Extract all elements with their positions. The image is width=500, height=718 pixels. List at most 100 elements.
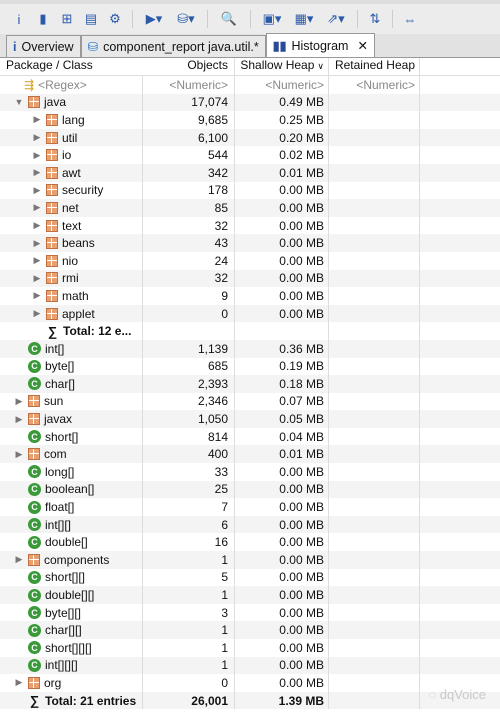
table-row[interactable]: ▶ org 0 0.00 MB [0, 674, 500, 692]
table-row[interactable]: ▶ awt 342 0.01 MB [0, 163, 500, 182]
class-icon: C [28, 535, 41, 549]
table-row[interactable]: Cshort[][][] 1 0.00 MB [0, 639, 500, 657]
table-row[interactable]: Cint[] 1,139 0.36 MB [0, 339, 500, 358]
table-row[interactable]: ∑ Total: 21 entries 26,001 1.39 MB [0, 691, 500, 710]
table-row[interactable]: ▶ lang 9,685 0.25 MB [0, 111, 500, 129]
row-shallow-heap: 0.00 MB [234, 304, 328, 323]
expand-toggle-icon[interactable]: ▶ [32, 150, 42, 161]
toolbar-separator [357, 10, 358, 28]
expand-toggle-icon[interactable]: ▶ [32, 308, 42, 319]
tab-histogram[interactable]: ▮▮ Histogram ✕ [265, 33, 375, 57]
expand-toggle-icon[interactable]: ▶ [32, 132, 42, 143]
expand-toggle-icon[interactable]: ▶ [32, 238, 42, 249]
export-icon[interactable]: ⇗▾ [323, 10, 349, 28]
table-row[interactable]: ▶ rmi 32 0.00 MB [0, 269, 500, 288]
toolbar-separator [132, 10, 133, 28]
table-row[interactable]: Clong[] 33 0.00 MB [0, 463, 500, 481]
table-row[interactable]: ∑ Total: 12 e... [0, 322, 500, 340]
table-row[interactable]: ▶ util 6,100 0.20 MB [0, 128, 500, 147]
dominator-tree-icon[interactable]: ⊞ [58, 10, 76, 28]
column-objects[interactable]: Objects [142, 58, 234, 75]
row-objects: 1 [142, 586, 234, 604]
table-row[interactable]: Cshort[][] 5 0.00 MB [0, 568, 500, 587]
row-retained-heap [328, 410, 420, 428]
settings-icon[interactable]: ⚙ [106, 10, 124, 28]
row-objects: 814 [142, 427, 234, 446]
query-browser-icon[interactable]: ▶▾ [141, 10, 167, 28]
table-row[interactable]: ▶ math 9 0.00 MB [0, 287, 500, 305]
table-row[interactable]: ▶ io 544 0.02 MB [0, 146, 500, 164]
table-row[interactable]: Cchar[][] 1 0.00 MB [0, 621, 500, 639]
column-package-class[interactable]: Package / Class [0, 58, 142, 75]
table-row[interactable]: Cbyte[] 685 0.19 MB [0, 357, 500, 376]
expand-toggle-icon[interactable]: ▶ [14, 554, 24, 565]
info-icon[interactable]: i [10, 10, 28, 28]
name-filter[interactable]: <Regex> [38, 78, 87, 92]
row-shallow-heap: 0.00 MB [234, 181, 328, 200]
column-shallow-heap[interactable]: Shallow Heap ∨ [234, 58, 328, 75]
row-retained-heap [328, 515, 420, 534]
table-row[interactable]: Cboolean[] 25 0.00 MB [0, 480, 500, 499]
expand-toggle-icon[interactable]: ▶ [32, 185, 42, 196]
table-row[interactable]: ▶ text 32 0.00 MB [0, 216, 500, 235]
table-row[interactable]: ▶ net 85 0.00 MB [0, 199, 500, 217]
search-icon[interactable]: 🔍 [216, 10, 242, 28]
table-row[interactable]: ▶ com 400 0.01 MB [0, 445, 500, 464]
table-row[interactable]: ▶ security 178 0.00 MB [0, 181, 500, 200]
close-icon[interactable]: ✕ [357, 38, 367, 53]
row-objects: 685 [142, 357, 234, 376]
row-shallow-heap: 0.00 MB [234, 216, 328, 235]
heap-dump-icon[interactable]: ⛁▾ [173, 10, 199, 28]
expand-toggle-icon[interactable]: ▶ [32, 220, 42, 231]
row-shallow-heap: 0.00 MB [234, 463, 328, 481]
expand-toggle-icon[interactable]: ▶ [32, 114, 42, 125]
group-icon[interactable]: ▣▾ [259, 10, 285, 28]
table-row[interactable]: Cdouble[][] 1 0.00 MB [0, 586, 500, 604]
expand-toggle-icon[interactable]: ▼ [14, 97, 24, 107]
shallow-filter[interactable]: <Numeric> [234, 76, 328, 94]
table-row[interactable]: Cchar[] 2,393 0.18 MB [0, 375, 500, 393]
column-retained-heap[interactable]: Retained Heap [328, 58, 420, 75]
row-name: org [44, 675, 62, 690]
expand-toggle-icon[interactable]: ▶ [32, 290, 42, 301]
table-row[interactable]: ▶ nio 24 0.00 MB [0, 251, 500, 270]
retained-filter[interactable]: <Numeric> [328, 76, 420, 94]
row-objects [142, 322, 234, 340]
class-icon: C [28, 482, 41, 496]
table-row[interactable]: ▶ components 1 0.00 MB [0, 551, 500, 569]
class-icon: C [28, 359, 41, 373]
table-row[interactable]: Cint[][][] 1 0.00 MB [0, 656, 500, 675]
table-row[interactable]: Cint[][] 6 0.00 MB [0, 515, 500, 534]
expand-toggle-icon[interactable]: ▶ [32, 202, 42, 213]
expand-toggle-icon[interactable]: ▶ [32, 167, 42, 178]
oql-icon[interactable]: ▤ [82, 10, 100, 28]
row-objects: 2,393 [142, 375, 234, 393]
table-row[interactable]: Cfloat[] 7 0.00 MB [0, 498, 500, 516]
expand-toggle-icon[interactable]: ▶ [14, 396, 24, 407]
expand-toggle-icon[interactable]: ▶ [32, 273, 42, 284]
table-row[interactable]: ▶ applet 0 0.00 MB [0, 304, 500, 323]
table-row[interactable]: ▶ sun 2,346 0.07 MB [0, 392, 500, 411]
expand-toggle-icon[interactable]: ▶ [14, 677, 24, 688]
table-row[interactable]: ▶ javax 1,050 0.05 MB [0, 410, 500, 428]
layout-icon[interactable]: ⇔ [401, 10, 419, 28]
expand-toggle-icon[interactable]: ▶ [14, 449, 24, 460]
row-retained-heap [328, 339, 420, 358]
table-row[interactable]: Cbyte[][] 3 0.00 MB [0, 603, 500, 622]
expand-toggle-icon[interactable]: ▶ [14, 414, 24, 425]
table-row[interactable]: ▶ beans 43 0.00 MB [0, 234, 500, 252]
row-retained-heap [328, 181, 420, 200]
package-icon [28, 448, 40, 461]
histogram-icon[interactable]: ▮ [34, 10, 52, 28]
row-name: com [44, 447, 67, 462]
compare-icon[interactable]: ⇅ [366, 10, 384, 28]
objects-filter[interactable]: <Numeric> [142, 76, 234, 94]
tab-component-report[interactable]: ⛁ component_report java.util.* [80, 35, 266, 57]
expand-toggle-icon[interactable]: ▶ [32, 255, 42, 266]
table-row[interactable]: ▼ java 17,074 0.49 MB [0, 93, 500, 112]
table-row[interactable]: Cshort[] 814 0.04 MB [0, 427, 500, 446]
tab-overview[interactable]: i Overview [6, 35, 81, 57]
table-row[interactable]: Cdouble[] 16 0.00 MB [0, 533, 500, 552]
row-name: double[] [45, 535, 88, 550]
calculator-icon[interactable]: ▦▾ [291, 10, 317, 28]
